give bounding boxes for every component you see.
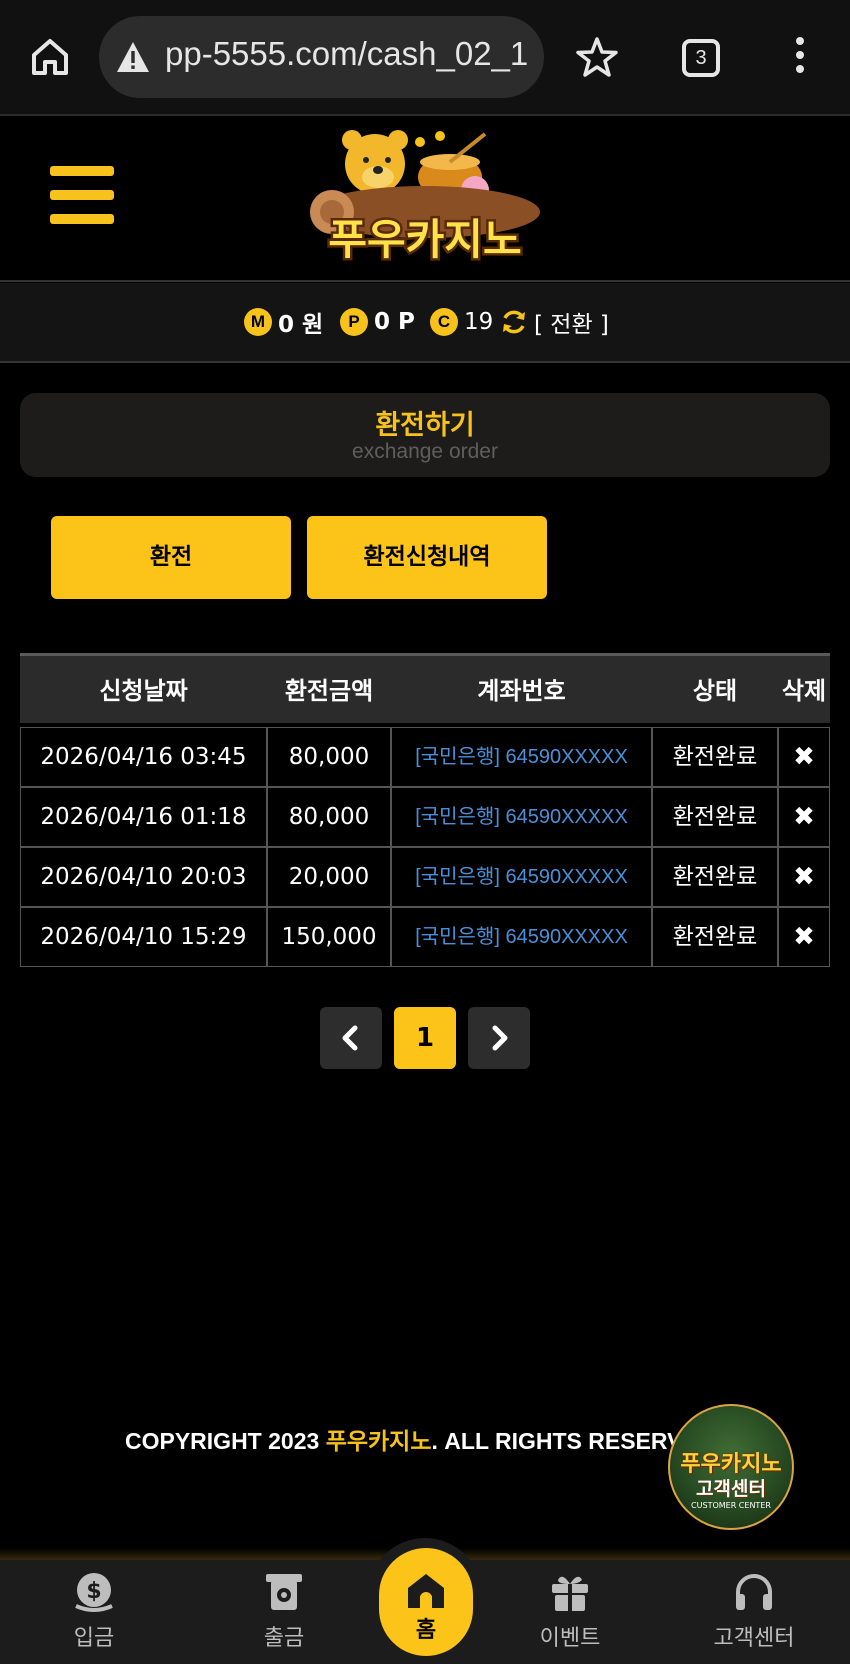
nav-event[interactable]: 이벤트	[500, 1570, 640, 1660]
nav-event-label: 이벤트	[539, 1626, 601, 1651]
nav-support-label: 고객센터	[713, 1626, 795, 1651]
svg-text:$: $	[86, 1579, 101, 1604]
header-account: 계좌번호	[477, 677, 566, 705]
delete-icon[interactable]: ✖	[778, 847, 830, 907]
coin-value: 19	[464, 309, 494, 335]
browser-home-icon[interactable]	[28, 35, 72, 79]
tab-switcher-button[interactable]: 3	[682, 39, 720, 77]
prev-page-button[interactable]	[320, 1007, 382, 1069]
nav-deposit[interactable]: $ 입금	[24, 1570, 164, 1660]
table-header: 신청날짜 환전금액 계좌번호 상태 삭제	[20, 653, 830, 723]
address-bar[interactable]: pp-5555.com/cash_02_1	[99, 16, 544, 98]
nav-support[interactable]: 고객센터	[684, 1570, 824, 1660]
point-balance: P 0 P	[340, 305, 415, 339]
money-balance: M 0 원	[244, 305, 323, 339]
page-subtitle: exchange order	[352, 440, 498, 463]
row-amount: 20,000	[267, 847, 391, 907]
cs-badge-subtitle: CUSTOMER CENTER	[691, 1501, 771, 1510]
chevron-right-icon	[492, 1025, 508, 1051]
delete-icon[interactable]: ✖	[778, 907, 830, 967]
delete-icon[interactable]: ✖	[778, 727, 830, 787]
hamburger-menu-icon[interactable]	[50, 166, 114, 224]
page-title: 환전하기	[375, 410, 475, 441]
row-status: 환전완료	[652, 847, 778, 907]
logo-text: 푸우카지노	[328, 215, 521, 264]
nav-home[interactable]: 홈	[379, 1548, 473, 1656]
nav-withdraw-label: 출금	[263, 1626, 305, 1651]
page-number-current[interactable]: 1	[394, 1007, 456, 1069]
row-status: 환전완료	[652, 907, 778, 967]
convert-button[interactable]: [ 전환 ]	[500, 305, 609, 339]
copyright-text: COPYRIGHT 2023 푸우카지노. ALL RIGHTS RESERVE…	[125, 1422, 714, 1456]
row-date: 2026/04/16 01:18	[20, 787, 267, 847]
bookmark-star-icon[interactable]	[576, 36, 618, 78]
header-amount: 환전금액	[284, 677, 374, 705]
nav-deposit-label: 입금	[73, 1626, 115, 1651]
row-account: [국민은행] 64590XXXXX	[391, 727, 652, 787]
url-text[interactable]: pp-5555.com/cash_02_1	[165, 35, 528, 73]
atm-icon	[266, 1574, 302, 1610]
exchange-button[interactable]: 환전	[51, 516, 291, 599]
point-value: 0 P	[374, 309, 415, 335]
row-amount: 150,000	[267, 907, 391, 967]
coin-balance: C 19	[430, 305, 499, 339]
gift-icon	[552, 1576, 588, 1611]
money-coin-icon: M	[244, 308, 272, 336]
coin-icon: C	[430, 308, 458, 336]
row-date: 2026/04/10 15:29	[20, 907, 267, 967]
exchange-history-button[interactable]: 환전신청내역	[307, 516, 547, 599]
row-amount: 80,000	[267, 787, 391, 847]
row-status: 환전완료	[652, 727, 778, 787]
copyright-brand: 푸우카지노	[325, 1428, 432, 1454]
cs-badge-title: 고객센터	[696, 1478, 766, 1500]
customer-center-float-button[interactable]: 푸우카지노 고객센터 CUSTOMER CENTER	[668, 1404, 794, 1530]
row-amount: 80,000	[267, 727, 391, 787]
browser-menu-icon[interactable]	[790, 37, 810, 79]
header-status: 상태	[692, 677, 738, 705]
exchange-history-table: 신청날짜 환전금액 계좌번호 상태 삭제 2026/04/16 03:45 80…	[20, 653, 830, 967]
row-date: 2026/04/10 20:03	[20, 847, 267, 907]
headphones-icon	[736, 1574, 772, 1610]
site-logo[interactable]: 푸우카지노	[300, 122, 550, 272]
page-title-box: 환전하기 exchange order	[20, 393, 830, 477]
header-date: 신청날짜	[99, 677, 188, 705]
home-icon	[408, 1574, 444, 1608]
balance-bar: M 0 원 P 0 P C 19 [ 전환 ]	[0, 283, 850, 363]
nav-home-label: 홈	[415, 1618, 437, 1643]
convert-label[interactable]: [ 전환 ]	[534, 305, 609, 339]
table-row: 2026/04/16 03:45 80,000 [국민은행] 64590XXXX…	[20, 727, 830, 787]
refresh-icon	[503, 310, 525, 334]
site-header: 푸우카지노	[0, 116, 850, 282]
warning-icon	[115, 40, 151, 74]
row-date: 2026/04/16 03:45	[20, 727, 267, 787]
point-coin-icon: P	[340, 308, 368, 336]
header-delete: 삭제	[781, 677, 827, 705]
delete-icon[interactable]: ✖	[778, 787, 830, 847]
nav-withdraw[interactable]: 출금	[214, 1570, 354, 1660]
row-account: [국민은행] 64590XXXXX	[391, 907, 652, 967]
row-account: [국민은행] 64590XXXXX	[391, 847, 652, 907]
browser-toolbar: pp-5555.com/cash_02_1 3	[0, 0, 850, 116]
chevron-left-icon	[342, 1025, 358, 1051]
table-row: 2026/04/10 15:29 150,000 [국민은행] 64590XXX…	[20, 907, 830, 967]
row-account: [국민은행] 64590XXXXX	[391, 787, 652, 847]
money-value: 0 원	[278, 312, 324, 338]
dollar-coin-icon: $	[75, 1573, 113, 1612]
copyright-prefix: COPYRIGHT 2023	[125, 1428, 326, 1454]
row-status: 환전완료	[652, 787, 778, 847]
table-row: 2026/04/16 01:18 80,000 [국민은행] 64590XXXX…	[20, 787, 830, 847]
next-page-button[interactable]	[468, 1007, 530, 1069]
table-row: 2026/04/10 20:03 20,000 [국민은행] 64590XXXX…	[20, 847, 830, 907]
